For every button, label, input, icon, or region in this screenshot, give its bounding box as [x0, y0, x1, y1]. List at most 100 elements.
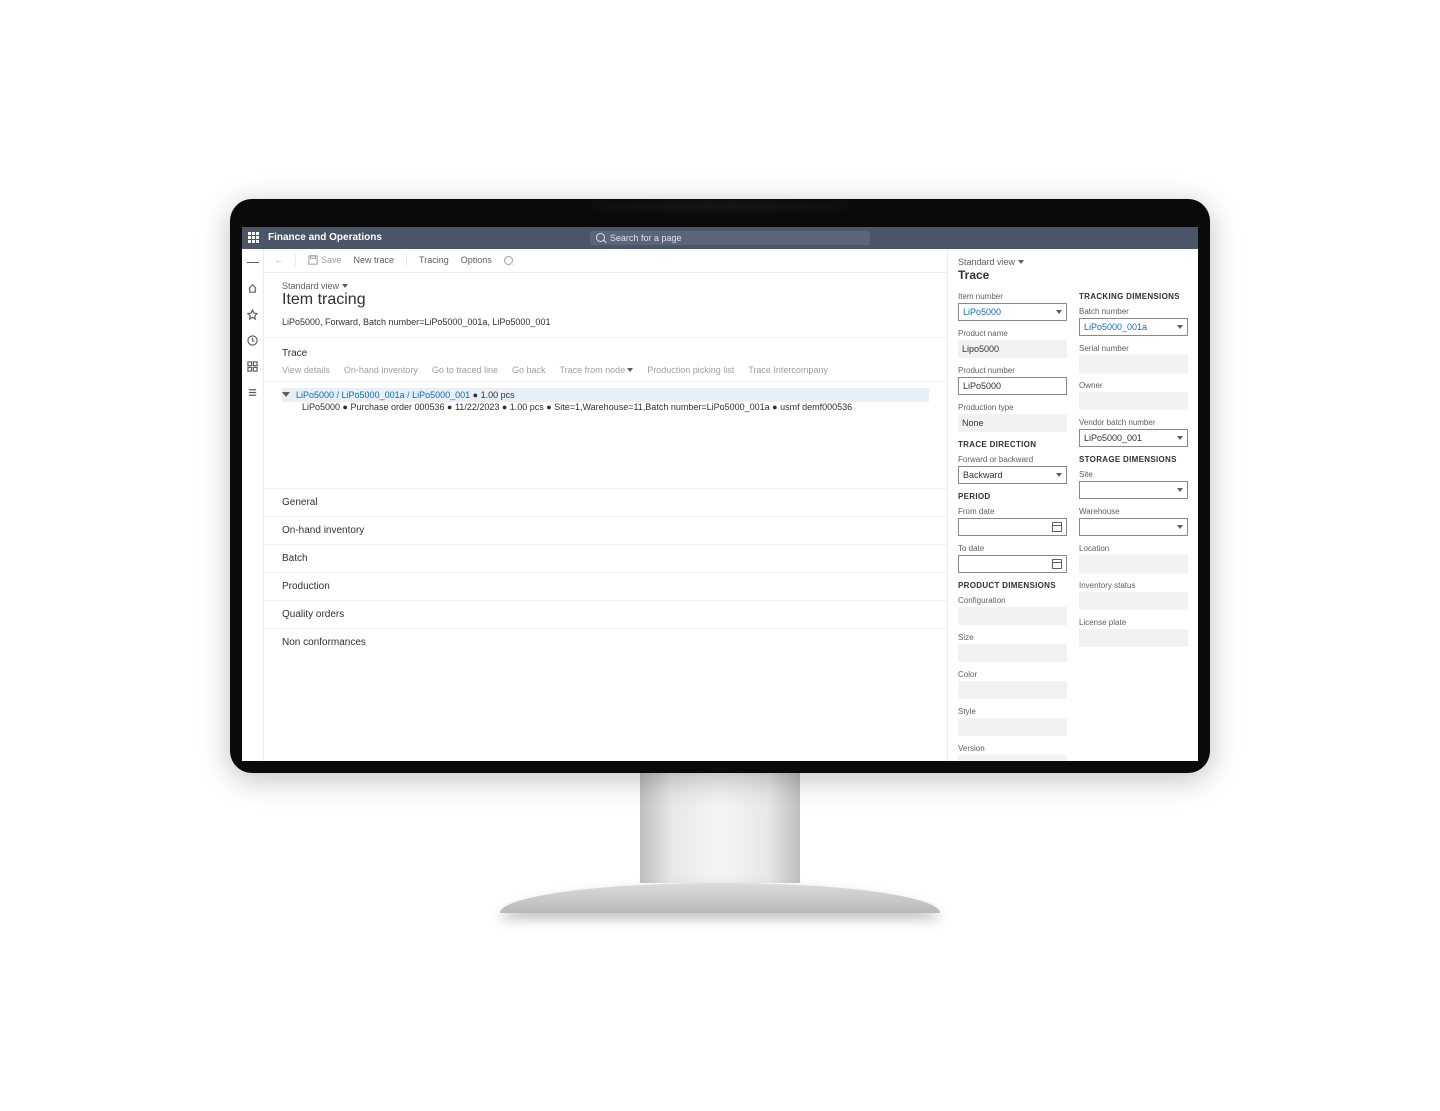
- version-field: [958, 755, 1067, 761]
- standard-view-picker[interactable]: Standard view: [282, 281, 929, 291]
- serial-label: Serial number: [1079, 344, 1188, 353]
- save-button[interactable]: Save: [308, 255, 342, 265]
- favorites-icon[interactable]: [247, 309, 259, 321]
- from-date-field[interactable]: [958, 518, 1067, 536]
- period-heading: PERIOD: [958, 492, 1067, 501]
- tree-node-root[interactable]: LiPo5000 / LiPo5000_001a / LiPo5000_001 …: [282, 388, 929, 402]
- accordion-general[interactable]: General: [264, 488, 947, 516]
- fob-label: Forward or backward: [958, 455, 1067, 464]
- from-date-label: From date: [958, 507, 1067, 516]
- panel-standard-view[interactable]: Standard view: [958, 257, 1188, 267]
- color-label: Color: [958, 670, 1067, 679]
- recent-icon[interactable]: [247, 335, 259, 347]
- product-name-field: Lipo5000: [958, 340, 1067, 358]
- chevron-down-icon: [1056, 310, 1062, 314]
- storage-dimensions-heading: STORAGE DIMENSIONS: [1079, 455, 1188, 464]
- filter-panel: Standard view Trace Item number LiPo5000…: [948, 249, 1198, 761]
- on-hand-cmd[interactable]: On-hand inventory: [344, 365, 418, 375]
- nav-rail: [242, 249, 264, 761]
- caret-down-icon[interactable]: [282, 392, 290, 397]
- owner-field: [1079, 392, 1188, 410]
- workspaces-icon[interactable]: [247, 361, 259, 373]
- intercompany-cmd[interactable]: Trace Intercompany: [748, 365, 828, 375]
- go-traced-cmd[interactable]: Go to traced line: [432, 365, 498, 375]
- chevron-down-icon: [342, 284, 348, 288]
- config-label: Configuration: [958, 596, 1067, 605]
- cmd-search-icon[interactable]: [504, 256, 513, 265]
- chevron-down-icon: [1056, 473, 1062, 477]
- color-field: [958, 681, 1067, 699]
- item-number-label: Item number: [958, 292, 1067, 301]
- command-bar: ← Save New trace Tracing Options: [264, 249, 947, 273]
- to-date-field[interactable]: [958, 555, 1067, 573]
- calendar-icon[interactable]: [1052, 559, 1062, 569]
- search-input[interactable]: Search for a page: [590, 231, 870, 245]
- chevron-down-icon: [1177, 525, 1183, 529]
- size-label: Size: [958, 633, 1067, 642]
- owner-label: Owner: [1079, 381, 1188, 390]
- tracing-menu[interactable]: Tracing: [419, 255, 449, 265]
- product-dimensions-heading: PRODUCT DIMENSIONS: [958, 581, 1067, 590]
- go-back-cmd[interactable]: Go back: [512, 365, 546, 375]
- batch-number-field[interactable]: LiPo5000_001a: [1079, 318, 1188, 336]
- config-field: [958, 607, 1067, 625]
- search-icon: [596, 233, 605, 242]
- trace-tree: LiPo5000 / LiPo5000_001a / LiPo5000_001 …: [264, 382, 947, 418]
- inv-status-label: Inventory status: [1079, 581, 1188, 590]
- chevron-down-icon: [627, 368, 633, 372]
- chevron-down-icon: [1177, 325, 1183, 329]
- accordion-on-hand[interactable]: On-hand inventory: [264, 516, 947, 544]
- batch-number-label: Batch number: [1079, 307, 1188, 316]
- picking-cmd[interactable]: Production picking list: [647, 365, 734, 375]
- trace-from-node-cmd[interactable]: Trace from node: [560, 365, 634, 375]
- chevron-down-icon: [1177, 488, 1183, 492]
- style-label: Style: [958, 707, 1067, 716]
- vendor-batch-label: Vendor batch number: [1079, 418, 1188, 427]
- panel-title: Trace: [958, 268, 1188, 282]
- back-button[interactable]: ←: [274, 255, 283, 265]
- tracking-dimensions-heading: TRACKING DIMENSIONS: [1079, 292, 1188, 301]
- product-number-label: Product number: [958, 366, 1067, 375]
- license-plate-label: License plate: [1079, 618, 1188, 627]
- chevron-down-icon: [1177, 436, 1183, 440]
- waffle-icon[interactable]: [248, 232, 260, 244]
- warehouse-field[interactable]: [1079, 518, 1188, 536]
- trace-subcommands: View details On-hand inventory Go to tra…: [264, 365, 947, 382]
- location-label: Location: [1079, 544, 1188, 553]
- page-subtitle: LiPo5000, Forward, Batch number=LiPo5000…: [282, 317, 929, 327]
- chevron-down-icon: [1018, 260, 1024, 264]
- home-icon[interactable]: [247, 283, 259, 295]
- inv-status-field: [1079, 592, 1188, 610]
- accordion-production[interactable]: Production: [264, 572, 947, 600]
- accordion-quality[interactable]: Quality orders: [264, 600, 947, 628]
- page-title: Item tracing: [282, 291, 929, 309]
- options-menu[interactable]: Options: [461, 255, 492, 265]
- site-field[interactable]: [1079, 481, 1188, 499]
- version-label: Version: [958, 744, 1067, 753]
- serial-field: [1079, 355, 1188, 373]
- location-field: [1079, 555, 1188, 573]
- accordion-batch[interactable]: Batch: [264, 544, 947, 572]
- production-type-label: Production type: [958, 403, 1067, 412]
- trace-direction-heading: TRACE DIRECTION: [958, 440, 1067, 449]
- size-field: [958, 644, 1067, 662]
- item-number-field[interactable]: LiPo5000: [958, 303, 1067, 321]
- new-trace-button[interactable]: New trace: [354, 255, 395, 265]
- vendor-batch-field[interactable]: LiPo5000_001: [1079, 429, 1188, 447]
- calendar-icon[interactable]: [1052, 522, 1062, 532]
- hamburger-icon[interactable]: [247, 257, 259, 269]
- style-field: [958, 718, 1067, 736]
- app-header: Finance and Operations Search for a page: [242, 227, 1198, 249]
- product-number-field[interactable]: LiPo5000: [958, 377, 1067, 395]
- tree-node-label: LiPo5000 / LiPo5000_001a / LiPo5000_001 …: [296, 390, 515, 400]
- product-name-label: Product name: [958, 329, 1067, 338]
- view-details-cmd[interactable]: View details: [282, 365, 330, 375]
- license-plate-field: [1079, 629, 1188, 647]
- modules-icon[interactable]: [247, 387, 259, 399]
- tree-node-child[interactable]: LiPo5000 ● Purchase order 000536 ● 11/22…: [282, 402, 929, 412]
- app-title: Finance and Operations: [268, 232, 382, 243]
- fob-field[interactable]: Backward: [958, 466, 1067, 484]
- accordion-noncon[interactable]: Non conformances: [264, 628, 947, 656]
- production-type-field: None: [958, 414, 1067, 432]
- search-placeholder: Search for a page: [610, 233, 682, 243]
